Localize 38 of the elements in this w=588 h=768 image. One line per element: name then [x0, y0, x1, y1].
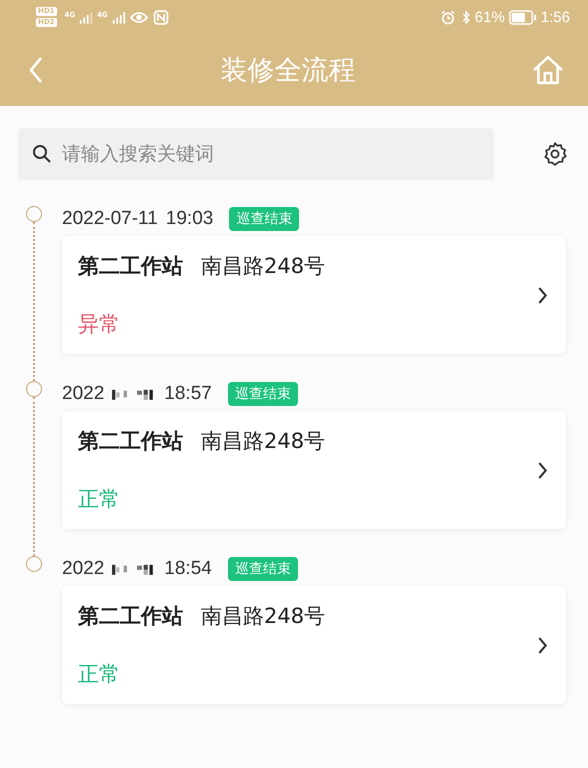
signal-icon [79, 10, 94, 24]
inspection-status: 正常 [78, 661, 120, 688]
chevron-right-icon [537, 286, 548, 304]
record-card[interactable]: 第二工作站 南昌路248号 正常 [62, 586, 566, 704]
chevron-right-icon [537, 460, 548, 480]
entry-time: 18:54 [164, 558, 212, 580]
nfc-icon [152, 10, 170, 24]
battery-percent: 61% [474, 8, 505, 26]
signal-icon [112, 10, 126, 24]
address-text: 南昌路248号 [201, 603, 326, 630]
station-name: 第二工作站 [78, 428, 183, 455]
search-field[interactable]: 请输入搜索关键词 [18, 128, 494, 180]
address-text: 南昌路248号 [201, 253, 326, 280]
entry-date: 2022-07-11 [62, 208, 158, 230]
clock-time: 1:56 [540, 8, 570, 26]
entry-time: 18:57 [164, 383, 212, 405]
chevron-right-icon [537, 636, 548, 654]
home-icon[interactable] [532, 54, 564, 86]
status-badge: 巡查结束 [228, 382, 298, 406]
record-card[interactable]: 第二工作站 南昌路248号 正常 [62, 411, 566, 529]
status-badge: 巡查结束 [229, 207, 300, 231]
page-title: 装修全流程 [220, 54, 356, 88]
entry-time: 19:03 [166, 208, 214, 230]
status-badge: 巡查结束 [228, 557, 298, 581]
station-name: 第二工作站 [78, 253, 183, 280]
alarm-icon [438, 10, 457, 24]
entry-date: 2022 [62, 558, 104, 580]
eye-icon [130, 10, 148, 24]
battery-icon [508, 10, 537, 24]
record-card[interactable]: 第二工作站 南昌路248号 异常 [62, 236, 566, 354]
address-text: 南昌路248号 [201, 428, 326, 455]
back-icon[interactable] [28, 56, 44, 84]
entry-date: 2022 [62, 383, 104, 405]
inspection-status: 正常 [78, 486, 120, 513]
bluetooth-icon [460, 10, 471, 24]
station-name: 第二工作站 [78, 603, 183, 630]
settings-icon[interactable] [542, 141, 568, 167]
inspection-status: 异常 [78, 311, 120, 338]
